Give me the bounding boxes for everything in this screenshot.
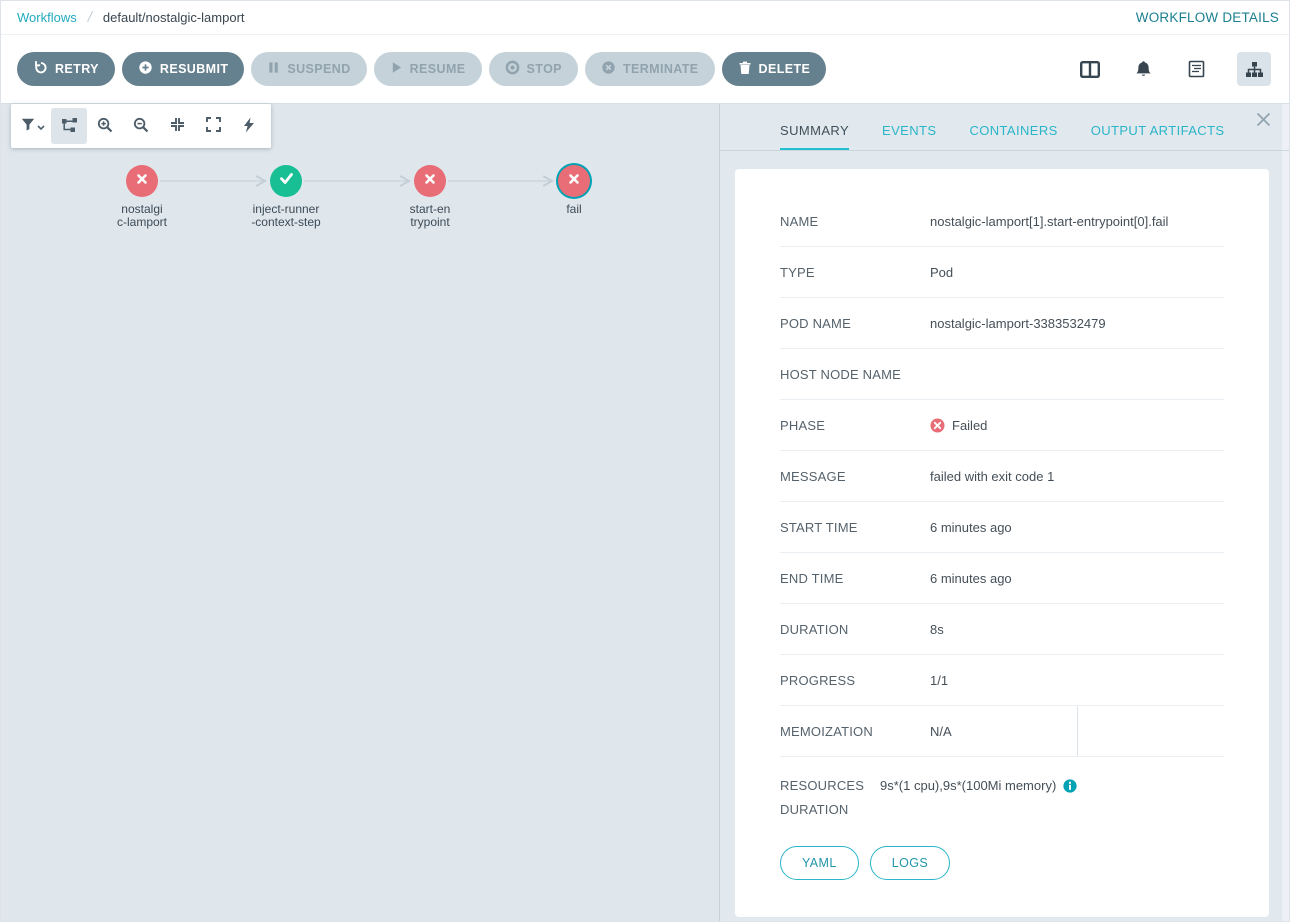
node-details-panel: SUMMARY EVENTS CONTAINERS OUTPUT ARTIFAC… [720,104,1289,921]
graph-toolbar [11,104,271,148]
summary-row-memoization: MEMOIZATION N/A [780,706,1224,757]
failed-x-icon [567,172,581,191]
suspend-button[interactable]: SUSPEND [251,52,366,86]
expand-icon [206,117,221,135]
sitemap-icon[interactable] [1237,52,1271,86]
details-tabs: SUMMARY EVENTS CONTAINERS OUTPUT ARTIFAC… [720,104,1289,151]
compress-button[interactable] [159,108,195,144]
summary-card: NAME nostalgic-lamport[1].start-entrypoi… [735,169,1269,917]
tab-containers[interactable]: CONTAINERS [969,123,1057,150]
summary-row-resources-duration: RESOURCES DURATION 9s*(1 cpu),9s*(100Mi … [780,757,1224,836]
filter-button[interactable] [15,108,51,144]
tab-output-artifacts[interactable]: OUTPUT ARTIFACTS [1091,123,1225,150]
graph-node-label: inject-runner -context-step [251,203,320,229]
summary-row-start-time: START TIME 6 minutes ago [780,502,1224,553]
compress-icon [170,117,185,135]
terminate-button[interactable]: TERMINATE [585,52,715,86]
zoom-in-button[interactable] [87,108,123,144]
top-bar: Workflows / default/nostalgic-lamport WO… [1,1,1289,35]
retry-icon [33,60,48,78]
chevron-down-icon [37,119,45,134]
content-area: nostalgi c-lamport inject-runner -contex… [1,104,1289,921]
breadcrumb: Workflows / default/nostalgic-lamport [17,9,245,26]
graph-node-nostalgic-lamport[interactable] [126,165,158,197]
failed-x-icon [135,172,149,191]
breadcrumb-current: default/nostalgic-lamport [103,10,245,25]
zoom-in-icon [97,117,113,136]
stop-button[interactable]: STOP [489,52,578,86]
breadcrumb-workflows-link[interactable]: Workflows [17,10,77,25]
summary-row-host-node-name: HOST NODE NAME [780,349,1224,400]
close-icon[interactable] [1255,111,1272,133]
workflow-graph-panel: nostalgi c-lamport inject-runner -contex… [1,104,720,921]
summary-row-duration: DURATION 8s [780,604,1224,655]
graph-node-label: fail [566,203,581,216]
bell-icon[interactable] [1131,57,1155,81]
layout-graph-button[interactable] [51,108,87,144]
pause-icon [267,61,280,77]
expand-button[interactable] [195,108,231,144]
play-icon [390,61,403,77]
fast-render-button[interactable] [231,108,267,144]
tab-events[interactable]: EVENTS [882,123,936,150]
logs-button[interactable]: LOGS [870,846,950,880]
x-circle-icon [601,60,616,78]
graph-edges [1,104,720,404]
resume-button[interactable]: RESUME [374,52,482,86]
layout-graph-icon [61,117,78,136]
toolbar-right-icons [1078,52,1271,86]
summary-actions: YAML LOGS [780,846,1224,880]
yaml-button[interactable]: YAML [780,846,859,880]
summary-row-pod-name: POD NAME nostalgic-lamport-3383532479 [780,298,1224,349]
summary-row-name: NAME nostalgic-lamport[1].start-entrypoi… [780,196,1224,247]
stop-circle-icon [505,60,520,78]
delete-button[interactable]: DELETE [722,52,827,86]
workflow-details-link[interactable]: WORKFLOW DETAILS [1136,10,1279,25]
succeeded-check-icon [279,172,294,190]
phase-failed-icon [930,418,945,433]
summary-row-end-time: END TIME 6 minutes ago [780,553,1224,604]
summary-row-progress: PROGRESS 1/1 [780,655,1224,706]
graph-node-label: start-en trypoint [410,203,451,229]
report-icon[interactable] [1184,57,1208,81]
graph-node-start-entrypoint[interactable] [414,165,446,197]
filter-icon [21,118,35,135]
breadcrumb-separator: / [88,9,92,26]
zoom-out-icon [133,117,149,136]
trash-icon [738,61,752,78]
info-icon[interactable] [1063,779,1077,793]
scrollbar-track[interactable] [1282,104,1289,921]
resubmit-button[interactable]: RESUBMIT [122,52,244,86]
columns-icon[interactable] [1078,57,1102,81]
zoom-out-button[interactable] [123,108,159,144]
plus-circle-icon [138,60,153,78]
action-toolbar: RETRY RESUBMIT SUSPEND RESUME STOP TERMI… [1,35,1289,104]
graph-node-fail[interactable] [558,165,590,197]
summary-row-message: MESSAGE failed with exit code 1 [780,451,1224,502]
bolt-icon [243,117,255,136]
failed-x-icon [423,172,437,191]
summary-row-type: TYPE Pod [780,247,1224,298]
retry-button[interactable]: RETRY [17,52,115,86]
tab-summary[interactable]: SUMMARY [780,123,849,150]
summary-row-phase: PHASE Failed [780,400,1224,451]
graph-node-inject-runner-context-step[interactable] [270,165,302,197]
graph-node-label: nostalgi c-lamport [117,203,167,229]
